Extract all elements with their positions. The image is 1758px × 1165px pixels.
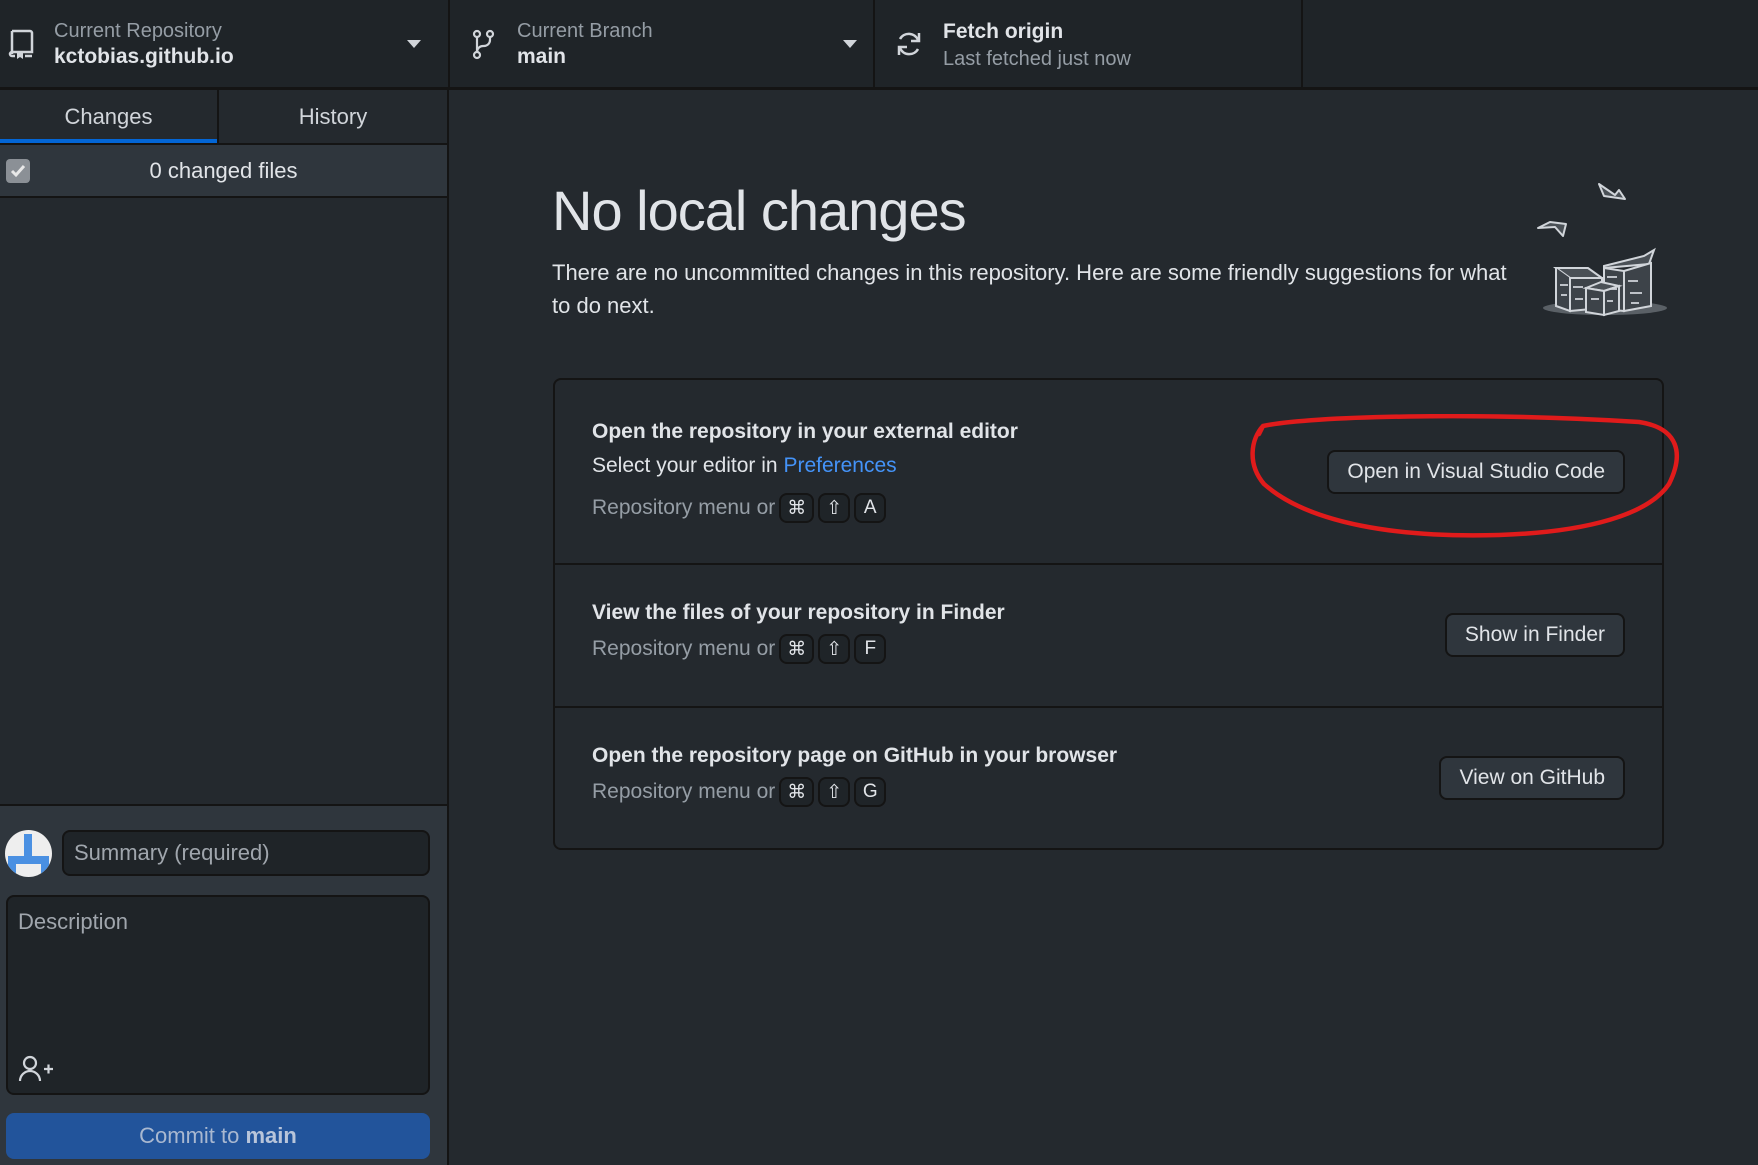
sidebar: Changes History 0 changed files Commit t… <box>0 90 449 1165</box>
page-title: No local changes <box>552 179 967 242</box>
main-content: No local changes There are no uncommitte… <box>451 90 1758 1165</box>
page-subtitle: There are no uncommitted changes in this… <box>552 260 1507 318</box>
caret-down-icon <box>843 40 857 48</box>
current-branch-dropdown[interactable]: Current Branch main <box>450 0 875 87</box>
command-key-icon: ⌘ <box>779 493 815 523</box>
changed-files-count: 0 changed files <box>149 157 298 183</box>
caret-down-icon <box>407 40 421 48</box>
shortcut-hint-text: Repository menu or <box>592 780 776 803</box>
sidebar-tabs: Changes History <box>0 90 447 145</box>
description-box <box>6 895 430 1095</box>
suggestion-subtitle-text: Select your editor in <box>592 454 784 477</box>
sync-icon <box>897 32 921 56</box>
suggestion-view-on-github: Open the repository page on GitHub in yo… <box>555 708 1662 850</box>
suggestion-subtitle: Select your editor in Preferences <box>592 454 897 478</box>
view-on-github-button[interactable]: View on GitHub <box>1439 756 1625 800</box>
repo-icon <box>8 29 34 59</box>
show-in-finder-button[interactable]: Show in Finder <box>1444 613 1625 657</box>
suggestions-card: Open the repository in your external edi… <box>553 378 1664 850</box>
letter-key: F <box>854 634 887 664</box>
suggestion-title: Open the repository in your external edi… <box>592 420 1018 443</box>
letter-key: G <box>854 777 887 807</box>
changed-files-header: 0 changed files <box>0 145 447 198</box>
repository-name: kctobias.github.io <box>54 45 234 68</box>
shortcut-hint-text: Repository menu or <box>592 496 776 519</box>
fetch-title: Fetch origin <box>943 20 1064 43</box>
open-in-vscode-button[interactable]: Open in Visual Studio Code <box>1327 450 1625 494</box>
shortcut-hint-text: Repository menu or <box>592 637 776 660</box>
select-all-checkbox[interactable] <box>6 159 30 183</box>
shortcut-hint: Repository menu or ⌘ ⇧ F <box>592 634 887 664</box>
git-branch-icon <box>472 29 495 60</box>
toolbar: Current Repository kctobias.github.io Cu… <box>0 0 1758 90</box>
commit-button[interactable]: Commit to main <box>6 1113 430 1159</box>
description-input[interactable] <box>8 897 428 1047</box>
fetch-origin-button[interactable]: Fetch origin Last fetched just now <box>875 0 1303 87</box>
commit-button-branch: main <box>245 1123 297 1148</box>
shift-key-icon: ⇧ <box>818 777 851 807</box>
shortcut-hint: Repository menu or ⌘ ⇧ A <box>592 493 887 523</box>
suggestion-title: View the files of your repository in Fin… <box>592 601 1005 624</box>
commit-panel: Commit to main <box>0 804 447 1165</box>
tab-changes[interactable]: Changes <box>0 90 217 143</box>
command-key-icon: ⌘ <box>779 777 815 807</box>
avatar <box>5 830 52 877</box>
summary-input[interactable] <box>62 830 430 876</box>
fetch-status: Last fetched just now <box>943 48 1131 70</box>
shortcut-hint: Repository menu or ⌘ ⇧ G <box>592 777 887 807</box>
current-repository-dropdown[interactable]: Current Repository kctobias.github.io <box>0 0 450 87</box>
branch-name: main <box>517 45 567 68</box>
command-key-icon: ⌘ <box>779 634 815 664</box>
preferences-link[interactable]: Preferences <box>783 454 896 477</box>
commit-button-prefix: Commit to <box>139 1123 246 1148</box>
add-coauthor-icon[interactable] <box>18 1055 54 1083</box>
suggestion-external-editor: Open the repository in your external edi… <box>555 380 1662 565</box>
paper-stacks-illustration <box>1537 183 1667 317</box>
branch-label: Current Branch <box>517 20 653 42</box>
suggestion-show-in-finder: View the files of your repository in Fin… <box>555 565 1662 708</box>
suggestion-title: Open the repository page on GitHub in yo… <box>592 744 1118 767</box>
shift-key-icon: ⇧ <box>818 493 851 523</box>
checkmark-icon <box>10 165 26 178</box>
tab-history[interactable]: History <box>217 90 447 143</box>
shift-key-icon: ⇧ <box>818 634 851 664</box>
letter-key: A <box>854 493 887 523</box>
repository-label: Current Repository <box>54 20 222 42</box>
